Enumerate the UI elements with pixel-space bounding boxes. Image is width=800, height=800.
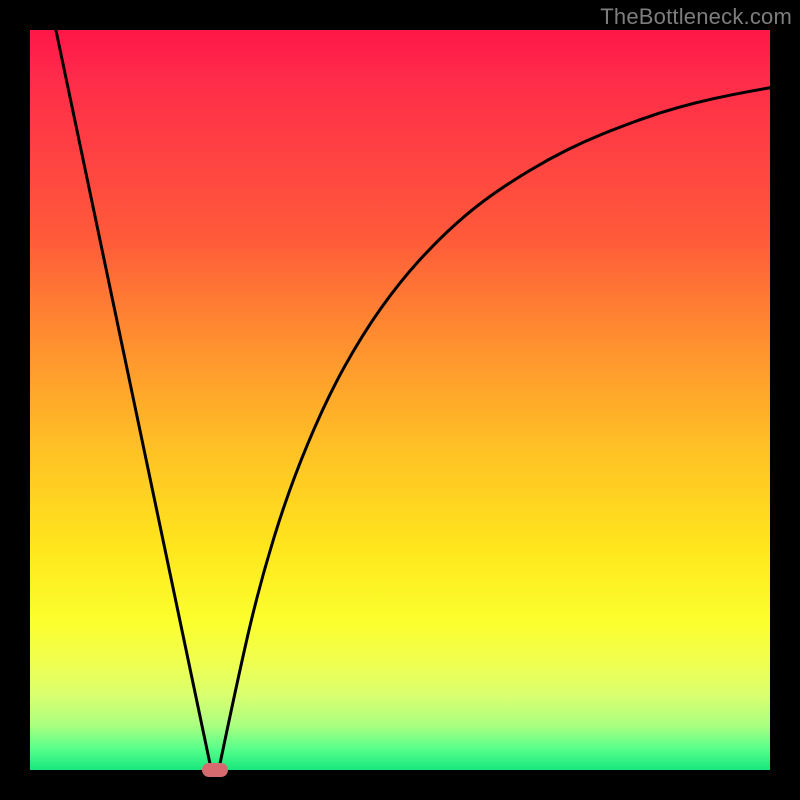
curve-layer bbox=[30, 30, 770, 770]
left-branch-path bbox=[56, 30, 211, 770]
chart-outer-frame: TheBottleneck.com bbox=[0, 0, 800, 800]
watermark-text: TheBottleneck.com bbox=[600, 4, 792, 30]
right-branch-path bbox=[219, 88, 770, 770]
plot-area bbox=[30, 30, 770, 770]
minimum-marker bbox=[202, 763, 228, 777]
